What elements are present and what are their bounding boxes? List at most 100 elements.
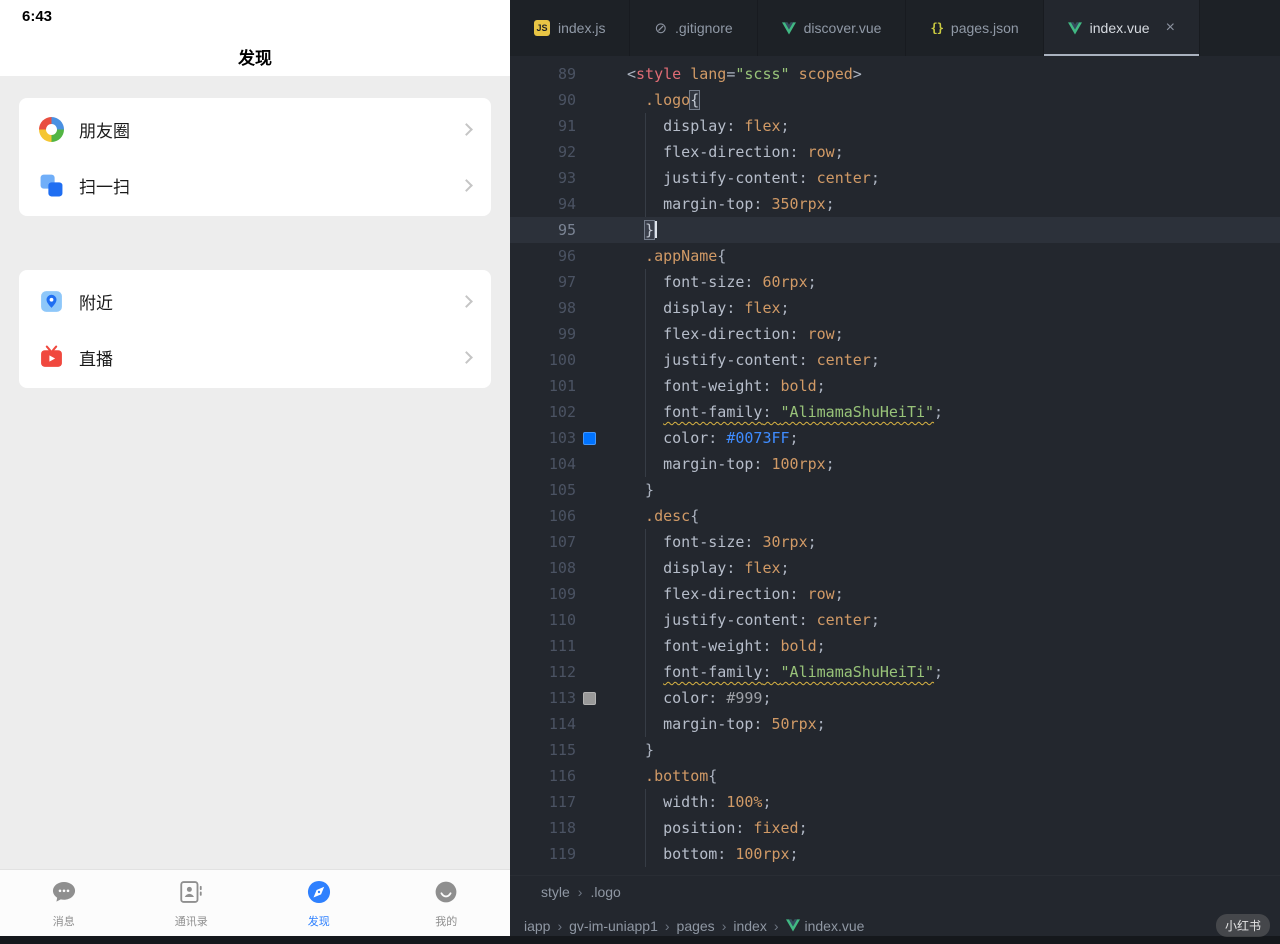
chevron-right-icon bbox=[460, 294, 473, 308]
code-line[interactable]: 104 margin-top: 100rpx; bbox=[510, 451, 1280, 477]
line-number: 114 bbox=[548, 715, 576, 733]
editor-tab-label: discover.vue bbox=[803, 20, 882, 36]
code-line[interactable]: 89 <style lang="scss" scoped> bbox=[510, 61, 1280, 87]
list-group: 朋友圈扫一扫 bbox=[19, 98, 491, 216]
contacts-icon bbox=[178, 879, 204, 910]
code-line[interactable]: 91 display: flex; bbox=[510, 113, 1280, 139]
code-line[interactable]: 113 color: #999; bbox=[510, 685, 1280, 711]
line-number: 116 bbox=[548, 767, 576, 785]
code-line[interactable]: 93 justify-content: center; bbox=[510, 165, 1280, 191]
code-line[interactable]: 98 display: flex; bbox=[510, 295, 1280, 321]
list-item-moments[interactable]: 朋友圈 bbox=[19, 101, 491, 157]
code-editor[interactable]: 89 <style lang="scss" scoped> 90 .logo{91 di… bbox=[510, 56, 1280, 875]
live-icon bbox=[39, 345, 64, 370]
code-line[interactable]: 103 color: #0073FF; bbox=[510, 425, 1280, 451]
editor-tab-label: .gitignore bbox=[675, 20, 733, 36]
tabbar-item-chat[interactable]: 消息 bbox=[0, 870, 128, 936]
close-tab-icon[interactable]: × bbox=[1166, 19, 1175, 37]
line-number: 89 bbox=[557, 65, 576, 83]
chevron-right-icon bbox=[460, 350, 473, 364]
list-item-live[interactable]: 直播 bbox=[19, 329, 491, 385]
editor-tab-.gitignore[interactable]: ⊘ .gitignore bbox=[630, 0, 758, 56]
code-line[interactable]: 115} bbox=[510, 737, 1280, 763]
indent-guide bbox=[645, 685, 647, 711]
line-number: 92 bbox=[557, 143, 576, 161]
line-number: 100 bbox=[548, 351, 576, 369]
code-line[interactable]: 108 display: flex; bbox=[510, 555, 1280, 581]
editor-tabs: JS index.js ⊘ .gitignore discover.vue {} pages… bbox=[510, 0, 1280, 56]
list-item-nearby[interactable]: 附近 bbox=[19, 273, 491, 329]
code-line[interactable]: 114 margin-top: 50rpx; bbox=[510, 711, 1280, 737]
code-line[interactable]: 96 .appName{ bbox=[510, 243, 1280, 269]
discover-groups: 朋友圈扫一扫附近直播 bbox=[0, 98, 510, 388]
indent-guide bbox=[645, 581, 647, 607]
line-number: 93 bbox=[557, 169, 576, 187]
moments-icon bbox=[39, 116, 64, 142]
editor-tab-discover.vue[interactable]: discover.vue bbox=[758, 0, 907, 56]
code-line[interactable]: 97 font-size: 60rpx; bbox=[510, 269, 1280, 295]
breadcrumb-label: style bbox=[541, 883, 570, 900]
list-item-scan[interactable]: 扫一扫 bbox=[19, 157, 491, 213]
editor-tab-pages.json[interactable]: {} pages.json bbox=[906, 0, 1044, 56]
line-number: 99 bbox=[557, 325, 576, 343]
code-line[interactable]: 109 flex-direction: row; bbox=[510, 581, 1280, 607]
code-line[interactable]: 94 margin-top: 350rpx; bbox=[510, 191, 1280, 217]
tabbar-item-contacts[interactable]: 通讯录 bbox=[128, 870, 256, 936]
breadcrumb-item[interactable]: style bbox=[541, 884, 570, 900]
vue-file-icon bbox=[1067, 21, 1082, 35]
page-title: 发现 bbox=[238, 49, 272, 68]
editor-tab-index.vue[interactable]: index.vue × bbox=[1043, 0, 1200, 56]
code-line[interactable]: 102 font-family: "AlimamaShuHeiTi"; bbox=[510, 399, 1280, 425]
breadcrumb-item[interactable]: index.vue bbox=[785, 918, 864, 934]
code-line[interactable]: 117 width: 100%; bbox=[510, 789, 1280, 815]
line-number: 97 bbox=[557, 273, 576, 291]
status-time: 6:43 bbox=[22, 8, 53, 25]
vue-file-icon bbox=[785, 919, 800, 932]
line-number: 98 bbox=[557, 299, 576, 317]
line-number: 91 bbox=[557, 117, 576, 135]
code-line[interactable]: 100 justify-content: center; bbox=[510, 347, 1280, 373]
code-line[interactable]: 107 font-size: 30rpx; bbox=[510, 529, 1280, 555]
tabbar-item-label: 我的 bbox=[435, 916, 458, 928]
tabbar-item-label: 通讯录 bbox=[174, 916, 208, 928]
tabbar-item-me[interactable]: 我的 bbox=[383, 870, 511, 936]
editor-panel: JS index.js ⊘ .gitignore discover.vue {} pages… bbox=[510, 0, 1280, 937]
list-item-label: 扫一扫 bbox=[79, 177, 130, 197]
breadcrumb-item[interactable]: .logo bbox=[590, 884, 620, 900]
code-line[interactable]: 92 flex-direction: row; bbox=[510, 139, 1280, 165]
discover-icon bbox=[306, 879, 332, 910]
code-line[interactable]: 105} bbox=[510, 477, 1280, 503]
indent-guide bbox=[645, 633, 647, 659]
code-line[interactable]: 95} bbox=[510, 217, 1280, 243]
code-line[interactable]: 101 font-weight: bold; bbox=[510, 373, 1280, 399]
code-line[interactable]: 112 font-family: "AlimamaShuHeiTi"; bbox=[510, 659, 1280, 685]
code-line[interactable]: 118 position: fixed; bbox=[510, 815, 1280, 841]
code-line[interactable]: 99 flex-direction: row; bbox=[510, 321, 1280, 347]
code-line[interactable]: 116 .bottom{ bbox=[510, 763, 1280, 789]
code-line[interactable]: 90 .logo{ bbox=[510, 87, 1280, 113]
code-line[interactable]: 110 justify-content: center; bbox=[510, 607, 1280, 633]
indent-guide bbox=[645, 451, 647, 477]
breadcrumb-item[interactable]: gv-im-uniapp1 bbox=[569, 918, 658, 934]
line-number: 108 bbox=[548, 559, 576, 577]
chevron-separator-icon: › bbox=[577, 883, 583, 900]
breadcrumb-item[interactable]: iapp bbox=[524, 918, 550, 934]
code-line[interactable]: 106 .desc{ bbox=[510, 503, 1280, 529]
indent-guide bbox=[645, 659, 647, 685]
indent-guide bbox=[645, 607, 647, 633]
code-line[interactable]: 111 font-weight: bold; bbox=[510, 633, 1280, 659]
tabbar-item-label: 消息 bbox=[52, 916, 75, 928]
editor-tab-index.js[interactable]: JS index.js bbox=[510, 0, 631, 56]
list-item-label: 附近 bbox=[79, 293, 113, 313]
nearby-icon bbox=[39, 289, 64, 314]
breadcrumb-item[interactable]: pages bbox=[677, 918, 715, 934]
code-line[interactable]: 119 bottom: 100rpx; bbox=[510, 841, 1280, 867]
json-file-icon: {} bbox=[930, 21, 943, 35]
tabbar-item-discover[interactable]: 发现 bbox=[255, 870, 383, 936]
color-swatch bbox=[583, 431, 596, 445]
breadcrumb-item[interactable]: index bbox=[733, 918, 766, 934]
indent-guide bbox=[645, 321, 647, 347]
line-number: 96 bbox=[557, 247, 576, 265]
indent-guide bbox=[645, 399, 647, 425]
chevron-separator-icon: › bbox=[721, 917, 727, 934]
